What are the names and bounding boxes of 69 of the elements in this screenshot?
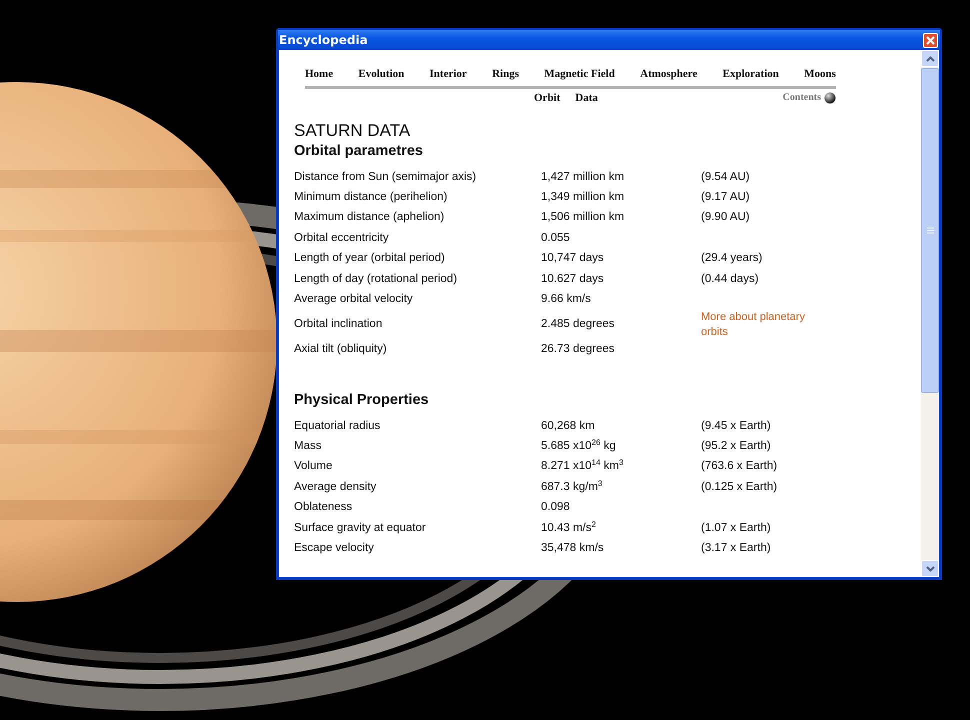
scroll-thumb[interactable]: [921, 68, 939, 393]
property-value: 10.627 days: [541, 272, 605, 287]
nav-link[interactable]: Magnetic Field: [544, 66, 615, 82]
property-value: 687.3 kg/m$^{3}$: [541, 478, 604, 495]
property-label: Length of day (rotational period): [294, 272, 458, 287]
property-note: (3.17 x Earth): [701, 540, 772, 556]
up-chevron-icon: [926, 56, 934, 62]
property-label: Volume: [294, 459, 334, 474]
property-label: Oblateness: [294, 500, 354, 516]
property-value: 35,478 km/s: [541, 540, 605, 556]
scroll-down-button[interactable]: [921, 560, 939, 577]
sphere-icon: [824, 92, 836, 104]
property-note: (29.4 years): [701, 251, 764, 266]
nav-link[interactable]: Atmosphere: [640, 66, 698, 82]
property-value: 1,506 million km: [541, 210, 626, 226]
property-value: 9.66 km/s: [541, 292, 592, 308]
property-note: (0.44 days): [701, 272, 760, 287]
nav-link[interactable]: Home: [305, 66, 334, 82]
nav-link[interactable]: Data: [575, 90, 598, 106]
nav-link[interactable]: Rings: [492, 66, 519, 82]
property-label: Escape velocity: [294, 540, 375, 556]
property-note: (95.2 x Earth): [701, 438, 772, 454]
property-value: 1,427 million km: [541, 170, 626, 185]
property-label: Average density: [294, 480, 378, 495]
property-value: 60,268 km: [541, 418, 596, 434]
property-label: Length of year (orbital period): [294, 251, 446, 266]
property-label: Mass: [294, 438, 322, 454]
property-note: (9.54 AU): [701, 170, 751, 185]
property-note: (0.125 x Earth): [701, 480, 778, 495]
property-label: Minimum distance (perihelion): [294, 190, 448, 206]
property-value: 0.098: [541, 500, 571, 516]
window-title: Encyclopedia: [279, 32, 368, 49]
property-value: 10.43 m/s$^{2}$: [541, 520, 597, 536]
property-note: (9.90 AU): [701, 210, 751, 226]
scrollbar[interactable]: [921, 50, 939, 577]
down-chevron-icon: [926, 566, 934, 572]
nav-link[interactable]: Interior: [430, 66, 467, 82]
property-value: 2.485 degrees: [541, 317, 616, 332]
property-label: Maximum distance (aphelion): [294, 210, 446, 226]
scroll-up-button[interactable]: [921, 50, 939, 67]
contents-link[interactable]: Contents: [782, 90, 821, 106]
property-value: 1,349 million km: [541, 190, 626, 206]
orbits-link[interactable]: More about planetary orbits: [701, 310, 826, 340]
section-heading: Orbital parametres: [294, 142, 424, 162]
property-note: (9.45 x Earth): [701, 418, 772, 434]
page-title: SATURN DATA: [294, 121, 412, 142]
property-label: Orbital eccentricity: [294, 230, 390, 246]
property-label: Axial tilt (obliquity): [294, 342, 388, 358]
property-label: Surface gravity at equator: [294, 520, 427, 536]
nav-link[interactable]: Exploration: [722, 66, 779, 82]
property-label: Equatorial radius: [294, 418, 382, 434]
grip-icon: [926, 227, 934, 234]
close-button[interactable]: [923, 32, 938, 48]
property-value: 0.055: [541, 230, 571, 246]
property-label: Average orbital velocity: [294, 292, 414, 308]
close-icon: [926, 36, 935, 44]
section-heading: Physical Properties: [294, 391, 430, 410]
property-value: 10,747 days: [541, 251, 605, 266]
property-label: Orbital inclination: [294, 317, 384, 332]
property-value: 5.685 x10$^{26}$ kg: [541, 438, 617, 454]
nav-link[interactable]: Moons: [804, 66, 836, 82]
nav-link[interactable]: Orbit: [534, 90, 560, 106]
property-note: (9.17 AU): [701, 190, 751, 206]
nav-link[interactable]: Evolution: [358, 66, 404, 82]
property-value: 26.73 degrees: [541, 342, 616, 358]
property-note: (763.6 x Earth): [701, 459, 778, 474]
property-note: (1.07 x Earth): [701, 520, 772, 536]
property-label: Distance from Sun (semimajor axis): [294, 170, 478, 185]
property-value: 8.271 x10$^{14}$ km$^{3}$: [541, 458, 624, 474]
